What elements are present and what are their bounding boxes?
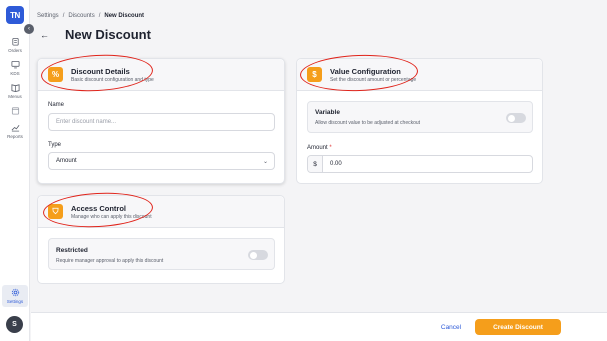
page-title: New Discount: [65, 27, 151, 42]
sidebar-item-label: Menus: [8, 94, 22, 99]
breadcrumb: Settings / Discounts / New Discount: [37, 13, 144, 19]
chart-icon: [11, 125, 19, 132]
sidebar-collapse-button[interactable]: ‹: [24, 24, 34, 34]
restricted-title: Restricted: [56, 247, 88, 254]
value-configuration-card: $ Value Configuration Set the discount a…: [296, 58, 543, 184]
chevron-left-icon: ‹: [28, 26, 30, 32]
card-title: Access Control: [71, 204, 127, 213]
sidebar-item-settings[interactable]: Settings: [2, 285, 28, 307]
amount-input[interactable]: $ 0.00: [307, 155, 533, 173]
gear-icon: [11, 288, 19, 297]
percent-icon: %: [48, 67, 63, 82]
book-icon: [10, 84, 20, 92]
card-title: Value Configuration: [330, 67, 401, 76]
breadcrumb-settings[interactable]: Settings: [37, 13, 59, 19]
clipboard-icon: [11, 37, 19, 46]
sidebar-item-label: KDS: [10, 71, 20, 76]
card-subtitle: Manage who can apply this discount: [71, 214, 152, 220]
sidebar: TN Orders KDS Menus Reports Settings S: [0, 0, 30, 341]
discount-details-card: % Discount Details Basic discount config…: [37, 58, 285, 184]
variable-title: Variable: [315, 109, 340, 116]
access-control-card: ⛉ Access Control Manage who can apply th…: [37, 195, 285, 284]
name-input[interactable]: Enter discount name...: [48, 113, 275, 131]
amount-label-text: Amount: [307, 145, 328, 151]
type-select-value: Amount: [56, 158, 77, 164]
sidebar-item-reports[interactable]: Reports: [2, 123, 28, 139]
app-logo: TN: [6, 6, 24, 24]
restricted-description: Require manager approval to apply this d…: [56, 258, 164, 264]
sidebar-item-label: Reports: [7, 134, 23, 139]
type-label: Type: [48, 142, 62, 148]
sidebar-item-label: Orders: [8, 48, 22, 53]
monitor-icon: [10, 60, 20, 69]
cancel-button[interactable]: Cancel: [436, 320, 466, 334]
card-title: Discount Details: [71, 67, 130, 76]
create-discount-button[interactable]: Create Discount: [475, 319, 561, 335]
card-subtitle: Basic discount configuration and type: [71, 77, 154, 83]
sidebar-item-menus[interactable]: Menus: [2, 83, 28, 99]
calendar-icon: [11, 107, 19, 115]
sidebar-item-calendar[interactable]: [2, 106, 28, 117]
variable-toggle[interactable]: [506, 113, 526, 123]
breadcrumb-current: New Discount: [104, 13, 145, 19]
avatar[interactable]: S: [6, 316, 23, 333]
variable-description: Allow discount value to be adjusted at c…: [315, 120, 421, 126]
type-select[interactable]: Amount ⌄: [48, 152, 275, 170]
required-asterisk: *: [329, 145, 332, 151]
currency-prefix: $: [308, 156, 323, 172]
chevron-down-icon: ⌄: [262, 159, 268, 165]
breadcrumb-separator: /: [62, 13, 65, 19]
amount-value: 0.00: [330, 161, 342, 167]
card-subtitle: Set the discount amount or percentage: [330, 77, 417, 83]
name-label: Name: [48, 102, 65, 108]
breadcrumb-discounts[interactable]: Discounts: [68, 13, 94, 19]
sidebar-item-label: Settings: [6, 299, 24, 304]
restricted-toggle[interactable]: [248, 250, 268, 260]
sidebar-item-orders[interactable]: Orders: [2, 37, 28, 53]
amount-label: Amount *: [307, 145, 332, 151]
breadcrumb-separator: /: [98, 13, 101, 19]
back-arrow-icon[interactable]: ←: [40, 30, 50, 40]
dollar-icon: $: [307, 67, 322, 82]
variable-option: Variable Allow discount value to be adju…: [307, 101, 533, 133]
sidebar-item-kds[interactable]: KDS: [2, 60, 28, 76]
shield-icon: ⛉: [48, 204, 63, 219]
restricted-option: Restricted Require manager approval to a…: [48, 238, 275, 270]
